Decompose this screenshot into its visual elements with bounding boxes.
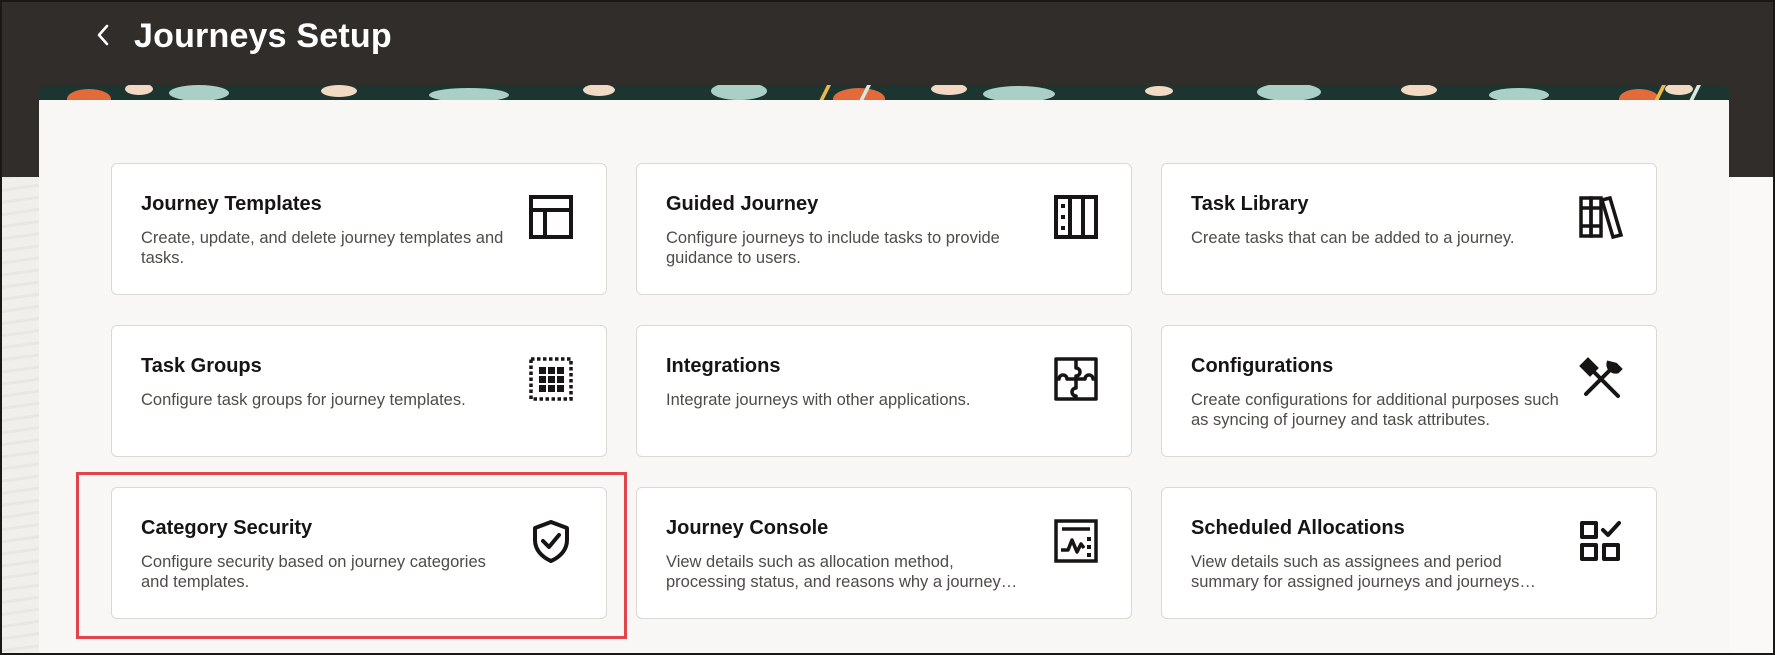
tools-icon	[1578, 356, 1624, 402]
puzzle-icon	[1053, 356, 1099, 402]
card-title: Journey Console	[666, 517, 829, 539]
card-integrations[interactable]: Integrations Integrate journeys with oth…	[636, 325, 1132, 457]
card-configurations[interactable]: Configurations Create configurations for…	[1161, 325, 1657, 457]
card-task-library[interactable]: Task Library Create tasks that can be ad…	[1161, 163, 1657, 295]
checklist-grid-icon	[1578, 518, 1624, 564]
card-scheduled-allocations[interactable]: Scheduled Allocations View details such …	[1161, 487, 1657, 619]
card-description: Configure security based on journey cate…	[141, 553, 486, 591]
card-description: Create tasks that can be added to a jour…	[1191, 229, 1515, 247]
card-description: Configure task groups for journey templa…	[141, 391, 466, 409]
card-title: Configurations	[1191, 355, 1334, 377]
card-title: Integrations	[666, 355, 781, 377]
page-title: Journeys Setup	[134, 17, 392, 55]
card-title: Task Groups	[141, 355, 262, 377]
layout-icon	[528, 194, 574, 240]
card-task-groups[interactable]: Task Groups Configure task groups for jo…	[111, 325, 607, 457]
card-title: Scheduled Allocations	[1191, 517, 1405, 539]
card-description: Configure journeys to include tasks to p…	[666, 229, 1000, 267]
card-title: Journey Templates	[141, 193, 322, 215]
card-description: Integrate journeys with other applicatio…	[666, 391, 971, 409]
card-guided-journey[interactable]: Guided Journey Configure journeys to inc…	[636, 163, 1132, 295]
chevron-left-icon	[97, 24, 109, 46]
card-description: View details such as allocation method, …	[666, 553, 1001, 591]
card-description: Create configurations for additional pur…	[1191, 391, 1559, 429]
grid-icon	[528, 356, 574, 402]
columns-icon	[1053, 194, 1099, 240]
card-title: Guided Journey	[666, 193, 819, 215]
card-journey-console[interactable]: Journey Console View details such as all…	[636, 487, 1132, 619]
background-texture	[0, 177, 40, 655]
shield-check-icon	[528, 518, 574, 564]
card-category-security[interactable]: Category Security Configure security bas…	[111, 487, 607, 619]
card-title: Task Library	[1191, 193, 1309, 215]
card-journey-templates[interactable]: Journey Templates Create, update, and de…	[111, 163, 607, 295]
library-icon	[1578, 194, 1624, 240]
card-description: View details such as assignees and perio…	[1191, 553, 1520, 591]
back-button[interactable]	[88, 18, 118, 52]
chart-window-icon	[1053, 518, 1099, 564]
card-description: Create, update, and delete journey templ…	[141, 229, 504, 267]
decorative-banner	[39, 85, 1729, 101]
card-title: Category Security	[141, 517, 313, 539]
